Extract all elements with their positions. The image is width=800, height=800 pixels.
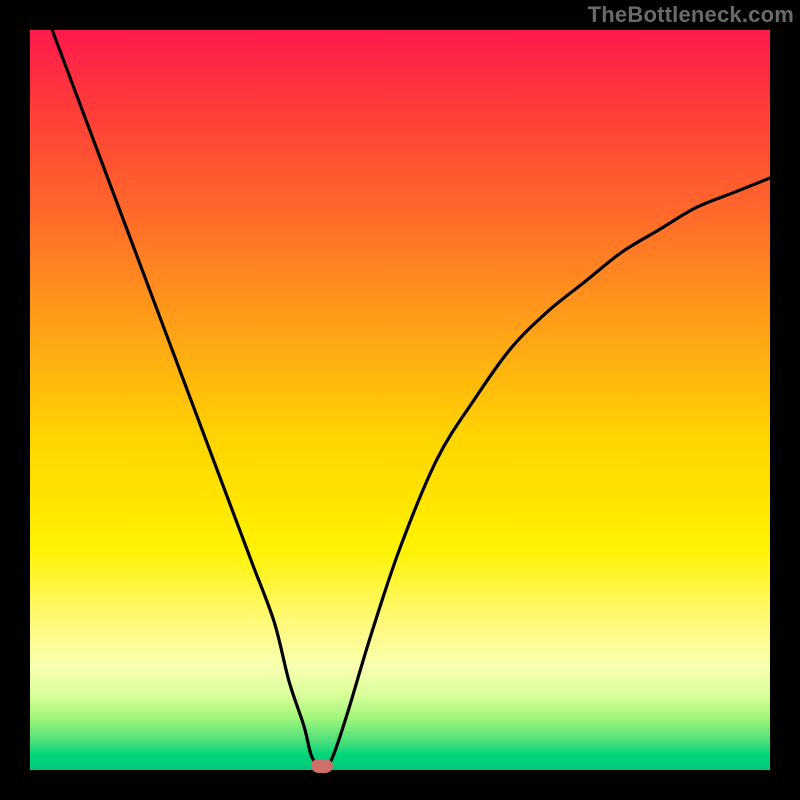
minimum-marker: [311, 759, 333, 773]
watermark-text: TheBottleneck.com: [588, 2, 794, 28]
chart-frame: TheBottleneck.com: [0, 0, 800, 800]
plot-area: [30, 30, 770, 770]
curve-svg: [30, 30, 770, 770]
bottleneck-curve-path: [52, 30, 770, 768]
